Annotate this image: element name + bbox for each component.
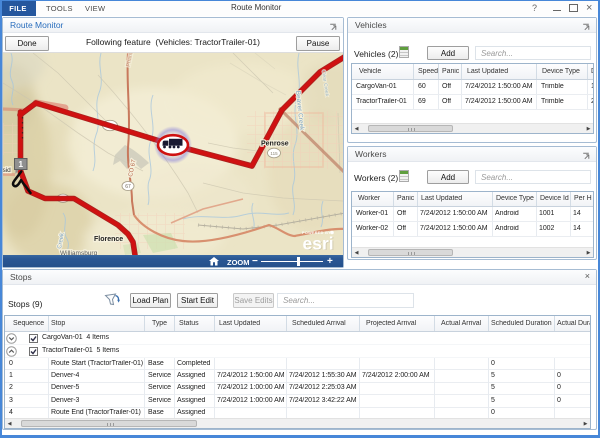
svg-text:Penrose: Penrose — [261, 141, 289, 148]
svg-text:esri: esri — [303, 234, 334, 254]
svg-text:Florence: Florence — [94, 236, 123, 243]
svg-text:67: 67 — [125, 184, 131, 190]
svg-text:115: 115 — [270, 151, 278, 156]
svg-text:lsid: lsid — [3, 167, 11, 174]
svg-text:1: 1 — [18, 159, 23, 169]
